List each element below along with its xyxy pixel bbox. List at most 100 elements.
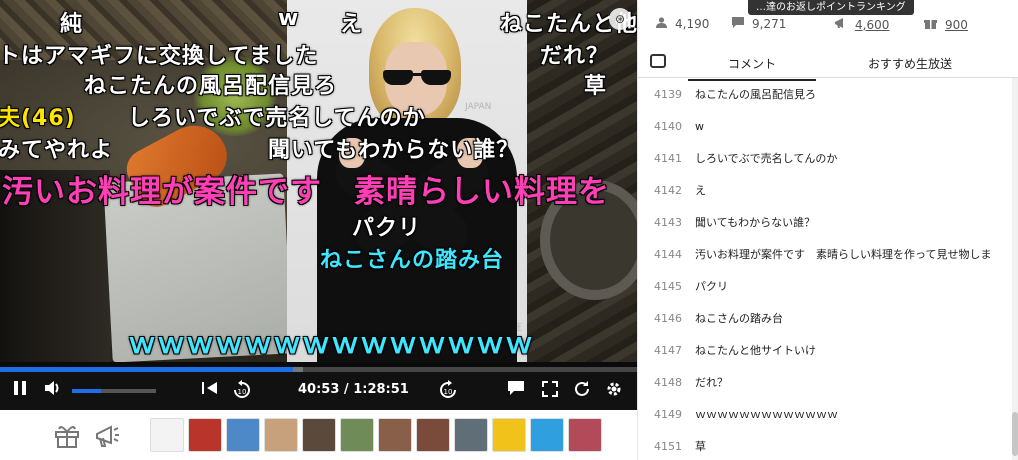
comment-scrollbar[interactable] bbox=[1012, 78, 1018, 460]
gift-item[interactable] bbox=[226, 418, 260, 452]
forward-10-icon[interactable]: 10 bbox=[438, 380, 458, 406]
comment-row[interactable]: 4147 ねこたんと他サイトいけ bbox=[638, 334, 1011, 366]
comment-count-icon bbox=[732, 17, 744, 31]
flow-comment: みてやれよ bbox=[0, 138, 114, 163]
gift-item-list bbox=[150, 418, 602, 452]
flow-comment: ねこたんの風呂配信見ろ bbox=[84, 74, 338, 99]
side-panel: …達のお返しポイントランキング 4,190 9,271 4,600 900 コメ… bbox=[637, 0, 1018, 460]
comment-count-value: 9,271 bbox=[752, 17, 787, 31]
comment-number: 4140 bbox=[654, 119, 682, 133]
comment-row[interactable]: 4145 パクリ bbox=[638, 270, 1011, 302]
gift-item[interactable] bbox=[150, 418, 184, 452]
flow-comment: ねこさんの踏み台 bbox=[320, 248, 505, 273]
tab-recommend[interactable]: おすすめ生放送 bbox=[868, 55, 952, 72]
settings-icon[interactable] bbox=[605, 380, 623, 404]
comment-text: しろいでぶで売名してんのか bbox=[695, 152, 838, 165]
gift-points-icon bbox=[924, 17, 937, 32]
ad-points-link[interactable]: 4,600 bbox=[855, 18, 889, 32]
comment-row[interactable]: 4141 しろいでぶで売名してんのか bbox=[638, 142, 1011, 174]
comment-text: だれ？ bbox=[695, 376, 728, 389]
comment-row[interactable]: 4144 汚いお料理が案件です 素晴らしい料理を作って見せ物しま bbox=[638, 238, 1011, 270]
gift-item[interactable] bbox=[378, 418, 412, 452]
comment-text: 汚いお料理が案件です 素晴らしい料理を作って見せ物しま bbox=[695, 248, 992, 261]
video-top-controls: ⊛ bbox=[609, 8, 631, 30]
comment-number: 4148 bbox=[654, 375, 682, 389]
comment-row[interactable]: 4143 聞いてもわからない誰？ bbox=[638, 206, 1011, 238]
flow-comment: 夫(46) bbox=[0, 106, 76, 131]
comment-text: ｗｗｗｗｗｗｗｗｗｗｗｗｗ bbox=[695, 408, 838, 421]
comment-row[interactable]: 4140 w bbox=[638, 110, 1011, 142]
svg-text:10: 10 bbox=[444, 388, 453, 396]
rewind-10-icon[interactable]: 10 bbox=[232, 380, 252, 406]
advertise-icon[interactable] bbox=[94, 424, 120, 454]
fullscreen-icon[interactable] bbox=[541, 380, 559, 404]
sunglasses bbox=[383, 70, 451, 86]
comment-number: 4146 bbox=[654, 311, 682, 325]
flow-comment: w bbox=[278, 6, 300, 31]
comment-number: 4141 bbox=[654, 151, 682, 165]
tab-comment[interactable]: コメント bbox=[687, 55, 817, 81]
comment-count: 9,271 bbox=[732, 17, 786, 31]
comment-row[interactable]: 4151 草 bbox=[638, 430, 1011, 460]
flow-comment: 汚いお料理が案件です 素晴らしい料理を bbox=[2, 174, 610, 210]
volume-fill bbox=[72, 389, 101, 393]
comment-toggle-icon[interactable] bbox=[650, 54, 666, 68]
viewer-count: 4,190 bbox=[656, 17, 709, 31]
ad-points[interactable]: 4,600 bbox=[834, 17, 889, 32]
comment-row[interactable]: 4139 ねこたんの風呂配信見ろ bbox=[638, 78, 1011, 110]
flow-comment: だれ？ bbox=[540, 44, 610, 69]
video-player[interactable]: JAPAN 在 Co 純 w えねこたんと他 トはアマギフに交換してました だれ？ ねこた… bbox=[0, 0, 637, 410]
flow-comment: ｗｗｗｗｗｗｗｗｗｗｗｗｗｗ bbox=[128, 327, 535, 360]
comment-row[interactable]: 4148 だれ？ bbox=[638, 366, 1011, 398]
comment-number: 4147 bbox=[654, 343, 682, 357]
gift-points[interactable]: 900 bbox=[924, 17, 968, 32]
time-current: 40:53 bbox=[298, 382, 340, 397]
comment-text: ねこさんの踏み台 bbox=[695, 312, 783, 325]
comment-text: パクリ bbox=[695, 280, 728, 293]
stats-bar: …達のお返しポイントランキング 4,190 9,271 4,600 900 bbox=[638, 0, 1018, 48]
comment-row[interactable]: 4149 ｗｗｗｗｗｗｗｗｗｗｗｗｗ bbox=[638, 398, 1011, 430]
ranking-tooltip: …達のお返しポイントランキング bbox=[748, 0, 914, 15]
gift-points-link[interactable]: 900 bbox=[945, 18, 968, 32]
flow-comment: え bbox=[340, 12, 364, 37]
gift-item[interactable] bbox=[530, 418, 564, 452]
viewer-icon bbox=[656, 17, 667, 31]
comment-icon[interactable] bbox=[507, 380, 525, 402]
comment-number: 4144 bbox=[654, 247, 682, 261]
pause-icon[interactable] bbox=[12, 380, 28, 402]
time-total: 1:28:51 bbox=[353, 382, 409, 397]
comment-text: 聞いてもわからない誰？ bbox=[695, 216, 816, 229]
volume-icon[interactable] bbox=[44, 380, 62, 402]
gift-item[interactable] bbox=[264, 418, 298, 452]
comment-number: 4142 bbox=[654, 183, 682, 197]
skip-start-icon[interactable] bbox=[201, 380, 219, 402]
tooltip-text: …達のお返しポイントランキング bbox=[756, 2, 906, 13]
comment-text: ねこたんと他サイトいけ bbox=[695, 344, 816, 357]
time-separator: / bbox=[339, 382, 354, 397]
gift-item[interactable] bbox=[416, 418, 450, 452]
gift-item[interactable] bbox=[188, 418, 222, 452]
flow-comment: 聞いてもわからない誰？ bbox=[268, 138, 520, 163]
comment-row[interactable]: 4146 ねこさんの踏み台 bbox=[638, 302, 1011, 334]
flow-comment: 純 bbox=[60, 12, 84, 37]
comment-text: え bbox=[695, 184, 706, 197]
scrollbar-thumb[interactable] bbox=[1012, 412, 1018, 456]
flow-comment: 草 bbox=[584, 74, 608, 99]
megaphone-icon bbox=[834, 17, 847, 32]
gift-icon[interactable] bbox=[54, 424, 80, 454]
svg-text:10: 10 bbox=[238, 388, 247, 396]
gift-item[interactable] bbox=[454, 418, 488, 452]
panel-tabs: コメント おすすめ生放送 bbox=[638, 48, 1018, 81]
volume-slider[interactable] bbox=[72, 389, 156, 393]
comment-row[interactable]: 4142 え bbox=[638, 174, 1011, 206]
comment-text: w bbox=[695, 119, 704, 133]
reload-icon[interactable] bbox=[573, 380, 591, 404]
comment-text: ねこたんの風呂配信見ろ bbox=[695, 88, 816, 101]
comment-number: 4143 bbox=[654, 215, 682, 229]
gift-item[interactable] bbox=[340, 418, 374, 452]
share-icon[interactable]: ⊛ bbox=[609, 8, 631, 30]
comment-text: 草 bbox=[695, 440, 706, 453]
gift-item[interactable] bbox=[568, 418, 602, 452]
gift-item[interactable] bbox=[302, 418, 336, 452]
gift-item[interactable] bbox=[492, 418, 526, 452]
